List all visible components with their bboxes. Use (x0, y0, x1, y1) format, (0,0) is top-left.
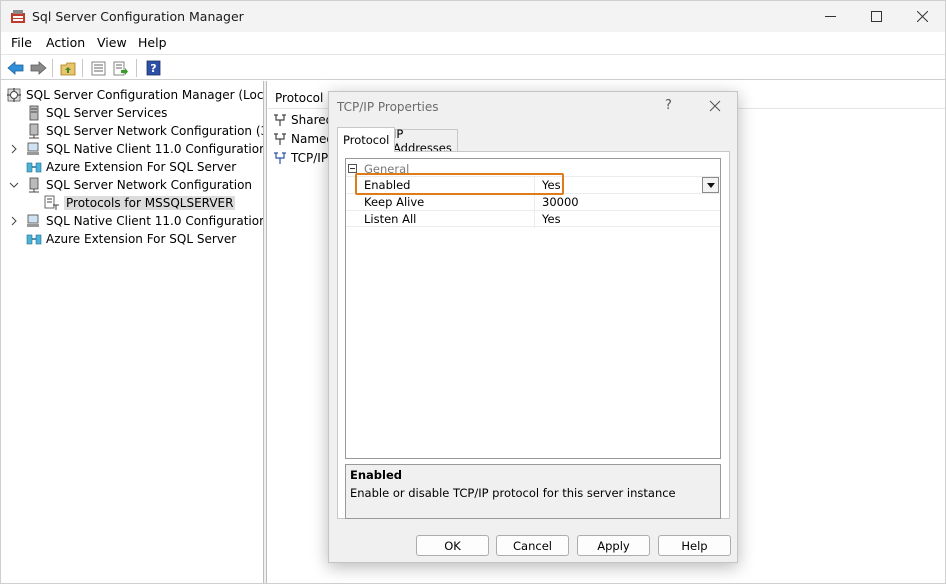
folder-up-icon (60, 62, 76, 75)
minimize-button[interactable] (807, 1, 853, 32)
list-row-tcpip[interactable]: TCP/IP (272, 149, 328, 167)
property-description: Enabled Enable or disable TCP/IP protoco… (345, 464, 721, 519)
back-arrow-icon (6, 61, 23, 75)
property-row-keep-alive[interactable]: Keep Alive 30000 (346, 193, 720, 211)
column-header-protocol[interactable]: Protocol N (275, 91, 336, 105)
toolbar: ? (1, 54, 945, 80)
description-text: Enable or disable TCP/IP protocol for th… (350, 486, 676, 500)
tree-item-label: SQL Server Services (46, 106, 168, 120)
forward-button[interactable] (28, 58, 48, 78)
help-icon: ? (146, 60, 160, 76)
tree-item-label: Azure Extension For SQL Server (46, 160, 237, 174)
tree-item-label: SQL Native Client 11.0 Configuration (32… (46, 142, 264, 156)
properties-button[interactable] (88, 58, 108, 78)
list-row-label: Shared (291, 113, 334, 127)
highlight-box (355, 173, 564, 195)
tree-item-native-client[interactable]: SQL Native Client 11.0 Configuration (26, 212, 264, 230)
expand-chevron-icon[interactable] (9, 144, 19, 154)
network-config-icon (29, 177, 39, 193)
tree-item-label: SQL Native Client 11.0 Configuration (46, 214, 264, 228)
menu-help[interactable]: Help (138, 35, 167, 50)
tab-ip-addresses[interactable]: IP Addresses (387, 127, 458, 155)
property-value[interactable]: Yes (542, 212, 561, 226)
cancel-button[interactable]: Cancel (496, 535, 569, 556)
collapse-chevron-icon[interactable] (9, 180, 19, 190)
maximize-button[interactable] (853, 1, 899, 32)
network-config-icon (29, 123, 39, 139)
menu-action[interactable]: Action (46, 35, 85, 50)
protocol-tab-panel: General Enabled Yes Keep Alive 30000 Lis… (337, 151, 730, 519)
property-name: Listen All (364, 212, 417, 226)
azure-extension-icon (26, 162, 42, 173)
protocols-icon (44, 195, 59, 210)
menu-bar: File Action View Help (1, 32, 945, 54)
dropdown-arrow-icon (706, 182, 715, 188)
back-button[interactable] (5, 58, 25, 78)
tab-protocol-label: Protocol (343, 133, 390, 147)
app-window: Sql Server Configuration Manager File Ac… (0, 0, 946, 584)
tree-item-label: Protocols for MSSQLSERVER (64, 196, 236, 210)
properties-icon (91, 61, 105, 75)
dialog-close-icon[interactable] (709, 100, 721, 112)
forward-arrow-icon (30, 61, 47, 75)
tree-item-label: SQL Server Network Configuration (32bit) (46, 124, 263, 138)
client-computer-icon (27, 142, 39, 155)
svg-text:?: ? (150, 62, 156, 75)
title-bar: Sql Server Configuration Manager (1, 1, 945, 32)
list-row-named[interactable]: Named (272, 130, 334, 148)
tree-root-label: SQL Server Configuration Manager (Local) (26, 88, 264, 102)
tree-item-protocols-mssqlserver[interactable]: Protocols for MSSQLSERVER (44, 194, 236, 212)
azure-extension-icon (26, 234, 42, 245)
app-icon (11, 10, 25, 23)
tree-item-label: SQL Server Network Configuration (46, 178, 253, 192)
tree-item-network-config[interactable]: SQL Server Network Configuration (26, 176, 252, 194)
list-row-shared[interactable]: Shared (272, 111, 333, 129)
list-row-label: TCP/IP (291, 151, 329, 165)
config-manager-icon (7, 88, 21, 102)
menu-file[interactable]: File (11, 35, 32, 50)
protocol-icon (274, 114, 286, 126)
property-row-listen-all[interactable]: Listen All Yes (346, 210, 720, 228)
menu-view[interactable]: View (97, 35, 127, 50)
dialog-help-button[interactable]: ? (665, 98, 672, 113)
help-toolbar-button[interactable]: ? (143, 58, 163, 78)
property-name: Keep Alive (364, 195, 425, 209)
apply-button[interactable]: Apply (577, 535, 650, 556)
protocol-icon (274, 152, 286, 164)
tree-item-label: Azure Extension For SQL Server (46, 232, 237, 246)
tree-root[interactable]: SQL Server Configuration Manager (Local) (6, 86, 264, 104)
tcpip-properties-dialog: TCP/IP Properties ? Protocol IP Addresse… (328, 91, 738, 563)
property-grid: General Enabled Yes Keep Alive 30000 Lis… (345, 158, 721, 459)
ok-button[interactable]: OK (416, 535, 489, 556)
tree-item-sql-server-services[interactable]: SQL Server Services (26, 104, 167, 122)
dialog-title: TCP/IP Properties (337, 100, 439, 114)
tab-protocol[interactable]: Protocol (337, 127, 396, 152)
help-button[interactable]: Help (658, 535, 731, 556)
close-button[interactable] (899, 1, 945, 32)
tree-item-network-config-32bit[interactable]: SQL Server Network Configuration (32bit) (26, 122, 263, 140)
tree-pane: SQL Server Configuration Manager (Local)… (2, 81, 264, 583)
close-icon (916, 11, 928, 22)
property-value[interactable]: 30000 (542, 195, 579, 209)
protocol-icon (274, 133, 286, 145)
tree-item-native-client-32bit[interactable]: SQL Native Client 11.0 Configuration (32… (26, 140, 264, 158)
export-list-icon (113, 61, 128, 75)
pane-splitter[interactable] (264, 81, 267, 583)
description-title: Enabled (350, 468, 403, 482)
maximize-icon (870, 11, 882, 22)
tree-item-azure-extension[interactable]: Azure Extension For SQL Server (26, 230, 236, 248)
minimize-icon (824, 16, 836, 17)
client-computer-icon (27, 214, 39, 227)
tree-item-azure-extension-32bit[interactable]: Azure Extension For SQL Server (26, 158, 236, 176)
up-folder-button[interactable] (58, 58, 78, 78)
collapse-box-icon[interactable] (348, 164, 357, 173)
server-icon (29, 105, 39, 121)
export-list-button[interactable] (111, 58, 131, 78)
window-title: Sql Server Configuration Manager (32, 9, 244, 24)
expand-chevron-icon[interactable] (9, 216, 19, 226)
enabled-dropdown-button[interactable] (702, 177, 719, 193)
